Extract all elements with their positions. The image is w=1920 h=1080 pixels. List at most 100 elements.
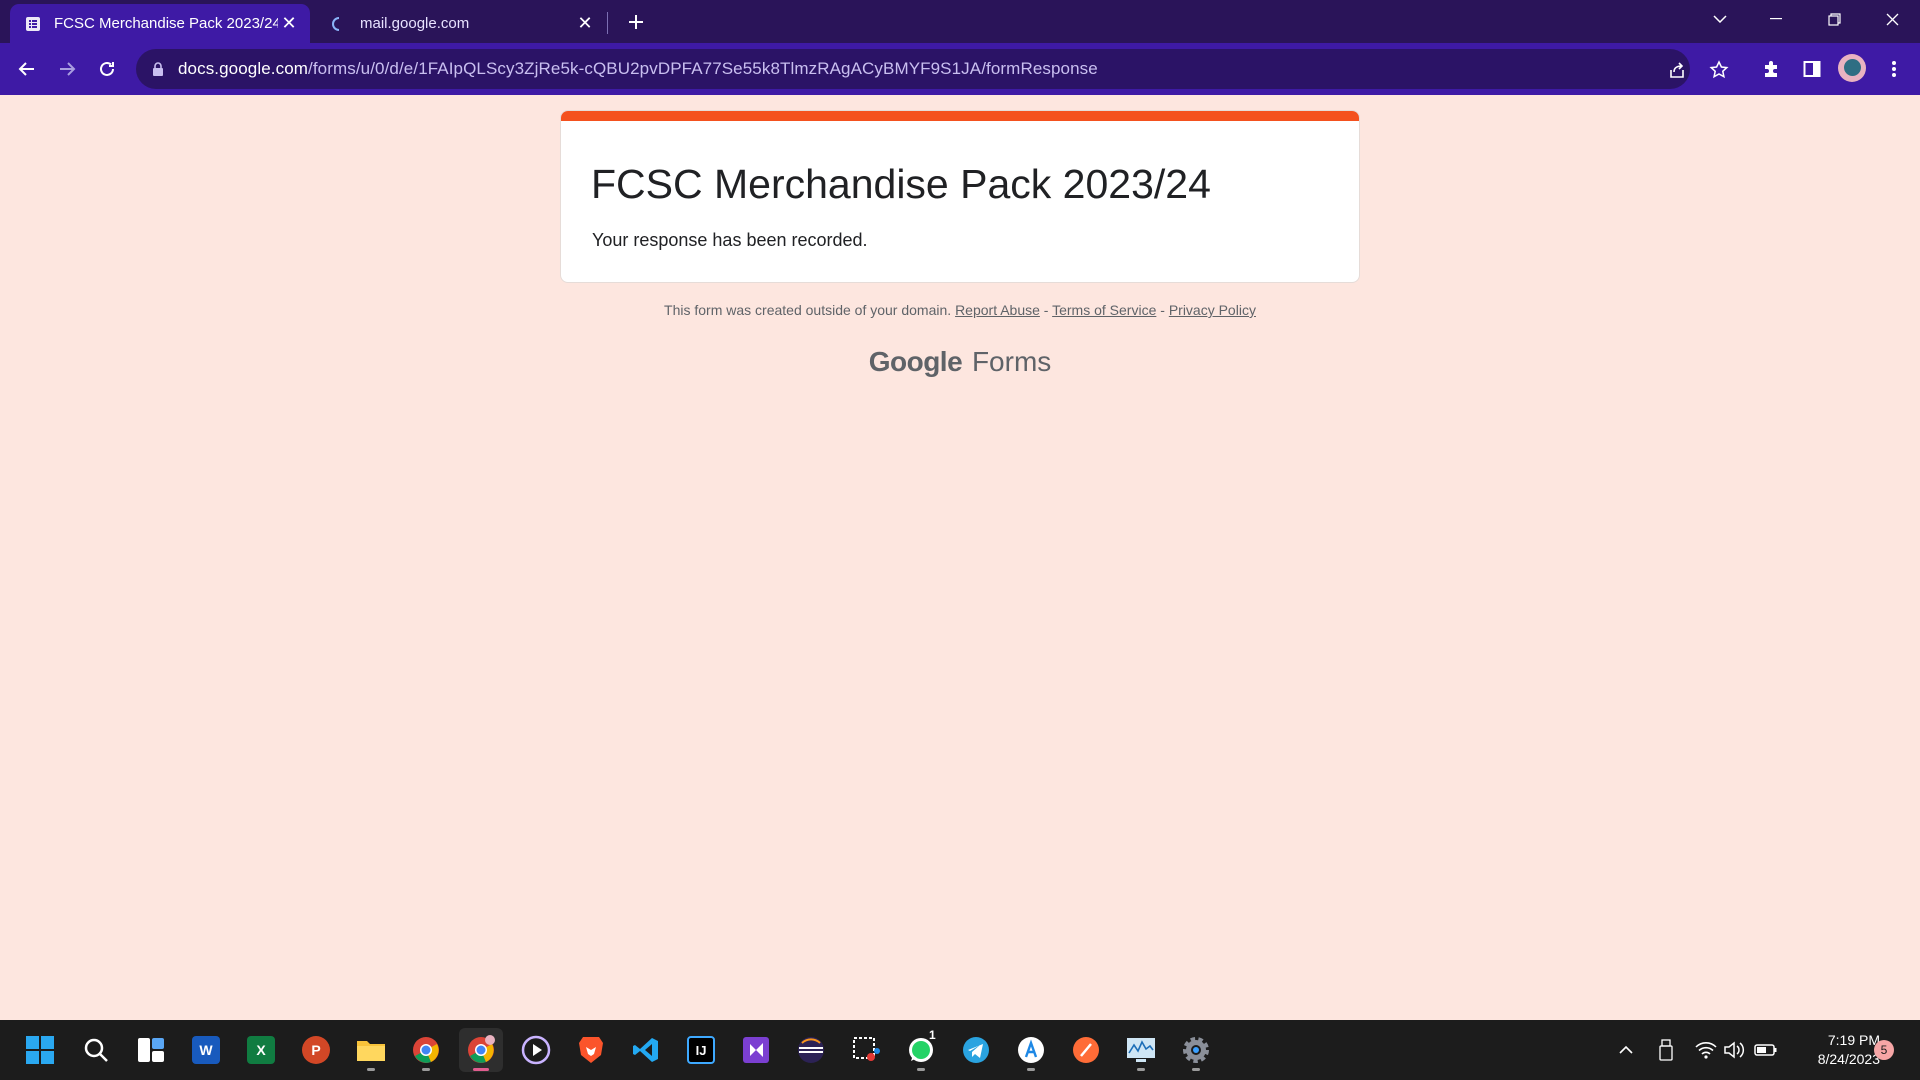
search-button[interactable] bbox=[74, 1028, 118, 1072]
clock-date: 8/24/2023 bbox=[1817, 1051, 1880, 1067]
postman-icon bbox=[1073, 1037, 1099, 1063]
active-indicator bbox=[473, 1068, 489, 1071]
form-accent-bar bbox=[561, 111, 1359, 121]
browser-toolbar: docs.google.com/forms/u/0/d/e/1FAIpQLScy… bbox=[0, 43, 1920, 95]
intellij-icon: IJ bbox=[687, 1036, 715, 1064]
usb-device-button[interactable] bbox=[1654, 1038, 1678, 1062]
taskbar-telegram[interactable] bbox=[954, 1028, 998, 1072]
more-vert-icon bbox=[1892, 61, 1896, 77]
close-tab-icon[interactable]: ✕ bbox=[278, 13, 300, 35]
menu-button[interactable] bbox=[1878, 53, 1910, 85]
response-card: FCSC Merchandise Pack 2023/24 Your respo… bbox=[560, 110, 1360, 283]
taskbar-postman[interactable] bbox=[1064, 1028, 1108, 1072]
domain-note: This form was created outside of your do… bbox=[664, 302, 952, 318]
running-indicator bbox=[1137, 1068, 1145, 1071]
restore-icon bbox=[1827, 12, 1841, 26]
new-tab-button[interactable] bbox=[622, 8, 650, 36]
clock-time: 7:19 PM bbox=[1827, 1032, 1880, 1048]
taskbar-eclipse[interactable] bbox=[789, 1028, 833, 1072]
share-icon[interactable] bbox=[1666, 59, 1688, 81]
google-forms-logo[interactable]: Google Forms bbox=[560, 346, 1360, 378]
running-indicator bbox=[1192, 1068, 1200, 1071]
telegram-icon bbox=[963, 1037, 989, 1063]
taskbar-snipping-tool[interactable] bbox=[844, 1028, 888, 1072]
side-panel-button[interactable] bbox=[1796, 53, 1828, 85]
arrow-left-icon bbox=[18, 62, 34, 76]
search-icon bbox=[84, 1038, 108, 1062]
visual-studio-icon bbox=[743, 1037, 769, 1063]
reload-button[interactable] bbox=[91, 53, 123, 85]
url-text[interactable]: docs.google.com/forms/u/0/d/e/1FAIpQLScy… bbox=[178, 59, 1098, 79]
speaker-icon bbox=[1724, 1041, 1745, 1059]
reload-icon bbox=[100, 61, 114, 76]
excel-icon: X bbox=[247, 1036, 275, 1064]
taskbar-vscode[interactable] bbox=[624, 1028, 668, 1072]
taskbar-monitor[interactable] bbox=[1119, 1028, 1163, 1072]
tab-mail[interactable]: mail.google.com ✕ bbox=[316, 4, 606, 43]
terms-link[interactable]: Terms of Service bbox=[1052, 302, 1156, 318]
word-icon: W bbox=[192, 1036, 220, 1064]
forms-icon bbox=[24, 15, 42, 33]
separator: - bbox=[1039, 302, 1053, 318]
back-button[interactable] bbox=[11, 53, 43, 85]
side-panel-icon bbox=[1803, 61, 1821, 77]
minimize-button[interactable] bbox=[1748, 0, 1804, 38]
task-view-button[interactable] bbox=[129, 1028, 173, 1072]
snipping-tool-icon bbox=[853, 1037, 880, 1061]
tab-fcsc-form[interactable]: FCSC Merchandise Pack 2023/24 ✕ bbox=[10, 4, 310, 43]
taskbar-chrome-1[interactable] bbox=[404, 1028, 448, 1072]
intellij-letter: IJ bbox=[695, 1042, 707, 1058]
taskbar-powerpoint[interactable]: P bbox=[294, 1028, 338, 1072]
taskbar-excel[interactable]: X bbox=[239, 1028, 283, 1072]
taskbar-word[interactable]: W bbox=[184, 1028, 228, 1072]
taskbar-chrome-2[interactable] bbox=[459, 1028, 503, 1072]
volume-button[interactable] bbox=[1723, 1038, 1747, 1062]
excel-letter: X bbox=[256, 1042, 266, 1058]
start-button[interactable] bbox=[18, 1028, 62, 1072]
running-indicator bbox=[917, 1068, 925, 1071]
close-icon bbox=[1886, 13, 1898, 25]
restore-button[interactable] bbox=[1806, 0, 1862, 38]
battery-button[interactable] bbox=[1754, 1038, 1778, 1062]
app-store-icon bbox=[1018, 1037, 1044, 1063]
bookmark-star-icon[interactable] bbox=[1708, 59, 1730, 81]
brave-lion-icon bbox=[579, 1037, 603, 1063]
running-indicator bbox=[1027, 1068, 1035, 1071]
tab-title: FCSC Merchandise Pack 2023/24 bbox=[54, 15, 278, 32]
address-bar[interactable]: docs.google.com/forms/u/0/d/e/1FAIpQLScy… bbox=[136, 49, 1729, 89]
plus-icon bbox=[629, 15, 643, 29]
taskbar-visual-studio[interactable] bbox=[734, 1028, 778, 1072]
taskbar-file-explorer[interactable] bbox=[349, 1028, 393, 1072]
tab-search-button[interactable] bbox=[1692, 0, 1748, 38]
extensions-button[interactable] bbox=[1756, 53, 1788, 85]
chrome-icon bbox=[413, 1037, 439, 1063]
close-window-button[interactable] bbox=[1864, 0, 1920, 38]
tab-title: mail.google.com bbox=[360, 15, 470, 32]
loading-spinner-icon bbox=[330, 15, 348, 33]
battery-icon bbox=[1754, 1044, 1777, 1056]
lock-icon[interactable] bbox=[150, 61, 166, 77]
notification-badge[interactable]: 5 bbox=[1874, 1040, 1894, 1060]
folder-icon bbox=[357, 1041, 385, 1061]
taskbar-whatsapp[interactable]: 1 bbox=[899, 1028, 943, 1072]
wifi-icon bbox=[1695, 1042, 1717, 1059]
wifi-button[interactable] bbox=[1694, 1038, 1718, 1062]
forward-button[interactable] bbox=[51, 53, 83, 85]
privacy-link[interactable]: Privacy Policy bbox=[1169, 302, 1256, 318]
close-tab-icon[interactable]: ✕ bbox=[574, 13, 596, 35]
powerpoint-letter: P bbox=[311, 1042, 321, 1058]
powerpoint-icon: P bbox=[302, 1036, 330, 1064]
taskbar-brave[interactable] bbox=[569, 1028, 613, 1072]
chevron-down-icon bbox=[1713, 15, 1727, 23]
taskbar-settings[interactable] bbox=[1174, 1028, 1218, 1072]
form-title: FCSC Merchandise Pack 2023/24 bbox=[591, 161, 1211, 207]
report-abuse-link[interactable]: Report Abuse bbox=[955, 302, 1040, 318]
show-hidden-icons-button[interactable] bbox=[1614, 1038, 1638, 1062]
taskbar-intellij[interactable]: IJ bbox=[679, 1028, 723, 1072]
taskbar-app-store[interactable] bbox=[1009, 1028, 1053, 1072]
arrow-right-icon bbox=[60, 62, 76, 76]
taskbar-media-player[interactable] bbox=[514, 1028, 558, 1072]
form-footer: This form was created outside of your do… bbox=[560, 302, 1360, 318]
profile-avatar[interactable] bbox=[1838, 54, 1866, 82]
system-clock[interactable]: 7:19 PM 8/24/2023 bbox=[1780, 1031, 1880, 1069]
